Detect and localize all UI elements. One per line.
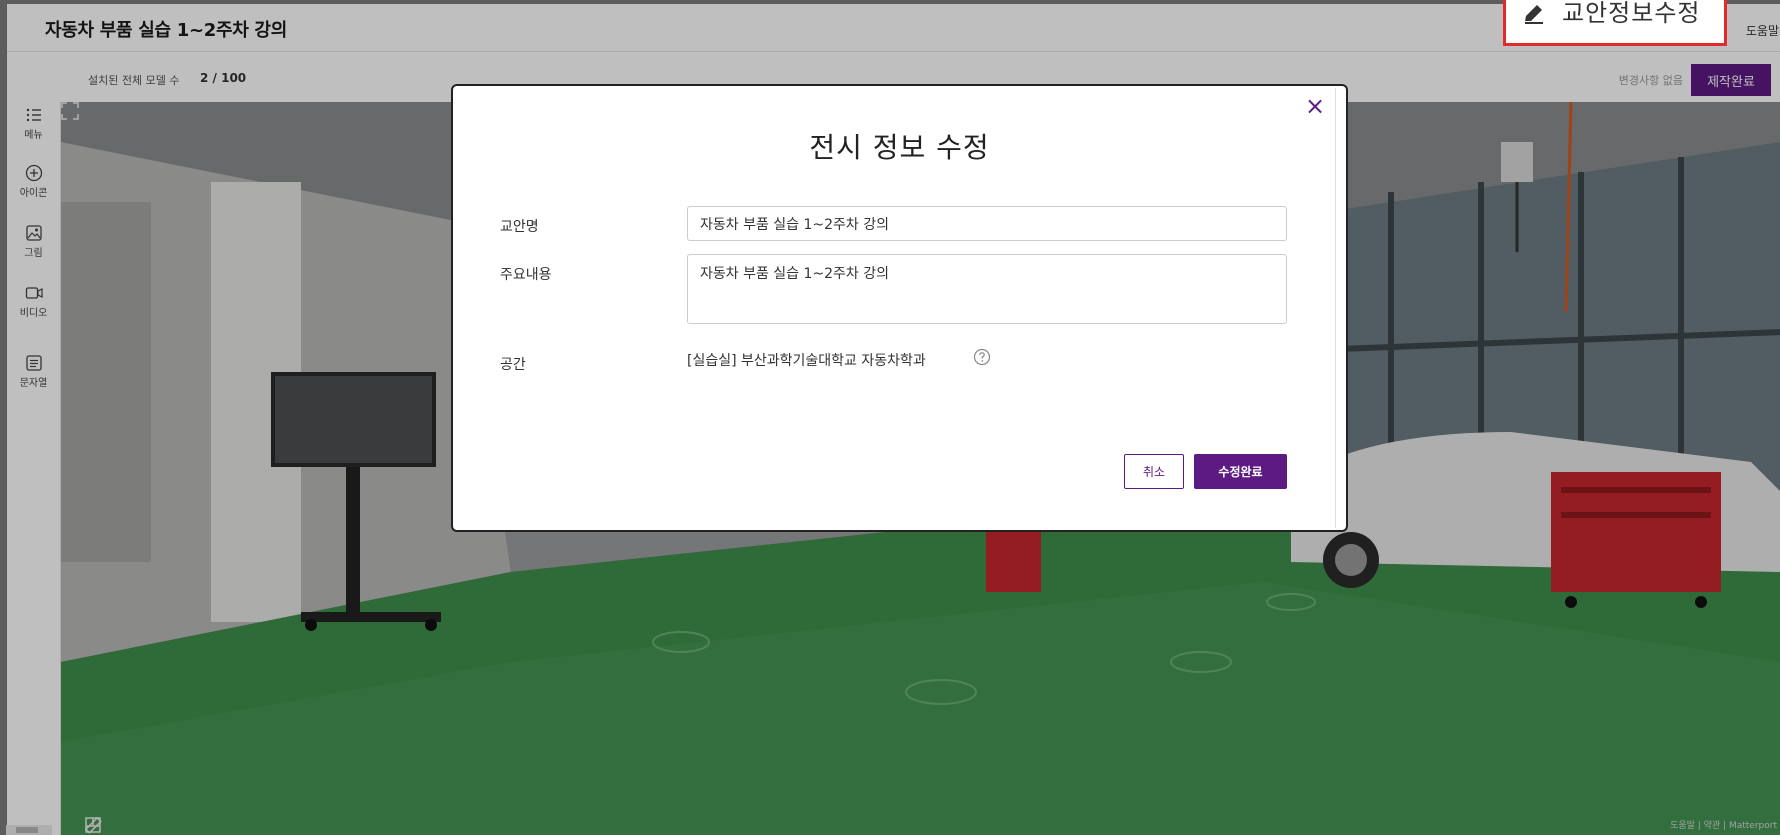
lesson-info-edit-callout[interactable]: 교안정보수정 bbox=[1503, 0, 1727, 46]
help-icon[interactable] bbox=[973, 348, 991, 366]
content-textarea[interactable]: 자동차 부품 실습 1~2주차 강의 bbox=[687, 254, 1287, 324]
dialog-title: 전시 정보 수정 bbox=[809, 131, 990, 164]
edit-exhibition-dialog: × 전시 정보 수정 교안명 주요내용 자동차 부품 실습 1~2주차 강의 공… bbox=[451, 84, 1348, 532]
content-label: 주요내용 bbox=[500, 267, 552, 283]
space-value: [실습실] 부산과학기술대학교 자동차학과 bbox=[687, 353, 926, 369]
lesson-name-input[interactable] bbox=[687, 206, 1287, 241]
space-label: 공간 bbox=[500, 357, 526, 373]
callout-label: 교안정보수정 bbox=[1562, 0, 1701, 27]
close-button[interactable]: × bbox=[1303, 94, 1327, 118]
cancel-button[interactable]: 취소 bbox=[1124, 454, 1184, 489]
edit-pencil-icon bbox=[1525, 5, 1543, 24]
confirm-edit-button[interactable]: 수정완료 bbox=[1194, 454, 1287, 489]
lesson-name-label: 교안명 bbox=[500, 219, 539, 235]
